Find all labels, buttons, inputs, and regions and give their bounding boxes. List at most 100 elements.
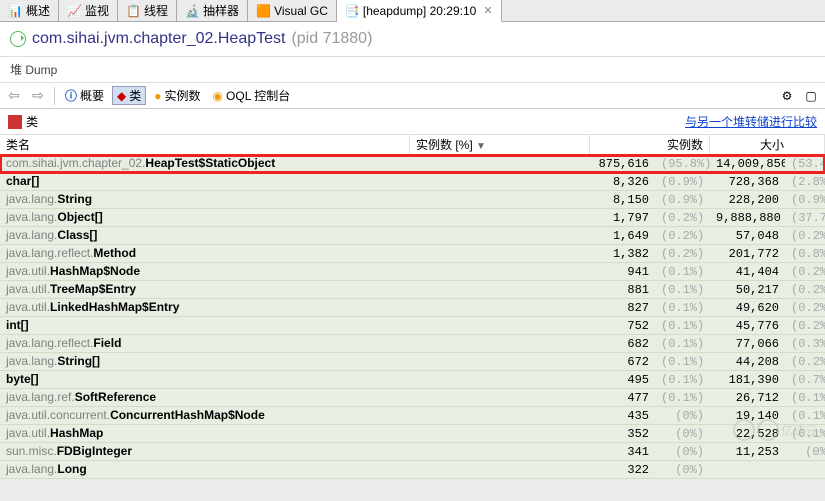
table-body: com.sihai.jvm.chapter_02.HeapTest$Static…: [0, 155, 825, 479]
refresh-icon[interactable]: [10, 31, 26, 47]
tab-monitor[interactable]: 📈监视: [59, 0, 118, 21]
back-button[interactable]: ⇦: [4, 86, 24, 106]
watermark-icon: [757, 419, 779, 441]
table-row[interactable]: java.lang.ref.SoftReference477(0.1%)26,7…: [0, 389, 825, 407]
table-row[interactable]: java.util.LinkedHashMap$Entry827(0.1%)49…: [0, 299, 825, 317]
table-row[interactable]: java.lang.Class[]1,649(0.2%)57,048(0.2%): [0, 227, 825, 245]
size-pct-cell: [785, 469, 825, 471]
size-pct-cell: (0.2%): [785, 264, 825, 280]
settings-button[interactable]: ⚙: [777, 86, 797, 106]
size-pct-cell: (0.3%): [785, 336, 825, 352]
table-row[interactable]: java.lang.reflect.Method1,382(0.2%)201,7…: [0, 245, 825, 263]
table-row[interactable]: int[]752(0.1%)45,776(0.2%): [0, 317, 825, 335]
instances-icon: ●: [154, 89, 161, 103]
pct-cell: [410, 181, 590, 183]
count-cell: 682: [590, 336, 655, 352]
table-row[interactable]: java.util.concurrent.ConcurrentHashMap$N…: [0, 407, 825, 425]
count-cell: 352: [590, 426, 655, 442]
tab-overview[interactable]: 📊概述: [0, 0, 59, 21]
table-row[interactable]: java.lang.String[]672(0.1%)44,208(0.2%): [0, 353, 825, 371]
count-cell: 8,150: [590, 192, 655, 208]
count-cell: 8,326: [590, 174, 655, 190]
class-name-cell: sun.misc.FDBigInteger: [0, 443, 410, 460]
class-section-icon: [8, 115, 22, 129]
expand-button[interactable]: ▢: [801, 86, 821, 106]
compare-link[interactable]: 与另一个堆转储进行比较: [685, 113, 817, 130]
close-icon[interactable]: ✕: [483, 4, 492, 17]
table-row[interactable]: com.sihai.jvm.chapter_02.HeapTest$Static…: [0, 155, 825, 173]
class-title: com.sihai.jvm.chapter_02.HeapTest: [32, 30, 285, 48]
size-cell: 50,217: [710, 282, 785, 298]
table-row[interactable]: java.lang.String8,150(0.9%)228,200(0.9%): [0, 191, 825, 209]
table-row[interactable]: java.util.HashMap352(0%)22,528(0.1%): [0, 425, 825, 443]
count-cell: 341: [590, 444, 655, 460]
header-classname[interactable]: 类名: [0, 134, 410, 155]
class-name-cell: java.lang.String: [0, 191, 410, 208]
heap-icon: 📑: [345, 4, 359, 18]
count-pct-cell: (0.9%): [655, 192, 710, 208]
instances-button[interactable]: ●实例数: [150, 87, 204, 104]
size-cell: [710, 469, 785, 471]
table-row[interactable]: byte[]495(0.1%)181,390(0.7%): [0, 371, 825, 389]
class-name-cell: java.lang.Class[]: [0, 227, 410, 244]
count-cell: 827: [590, 300, 655, 316]
count-pct-cell: (0%): [655, 426, 710, 442]
count-pct-cell: (0.1%): [655, 264, 710, 280]
count-pct-cell: (95.8%): [655, 156, 710, 172]
count-pct-cell: (0.1%): [655, 282, 710, 298]
pct-cell: [410, 433, 590, 435]
tab-visualgc[interactable]: 🟧Visual GC: [248, 0, 337, 21]
summary-button[interactable]: ⓘ概要: [61, 87, 108, 104]
tab-sampler[interactable]: 🔬抽样器: [177, 0, 248, 21]
class-name-cell: java.lang.reflect.Method: [0, 245, 410, 262]
size-pct-cell: (0.8%): [785, 246, 825, 262]
table-row[interactable]: java.lang.Long322(0%): [0, 461, 825, 479]
count-pct-cell: (0.2%): [655, 228, 710, 244]
class-name-cell: java.lang.String[]: [0, 353, 410, 370]
forward-button[interactable]: ⇨: [28, 86, 48, 106]
classes-button[interactable]: ◆类: [112, 86, 146, 105]
table-row[interactable]: java.lang.reflect.Field682(0.1%)77,066(0…: [0, 335, 825, 353]
size-cell: 181,390: [710, 372, 785, 388]
size-pct-cell: (0.2%): [785, 318, 825, 334]
table-headers: 类名 实例数 [%] ▼ 实例数 大小: [0, 135, 825, 155]
overview-icon: 📊: [8, 4, 22, 18]
table-row[interactable]: sun.misc.FDBigInteger341(0%)11,253(0%): [0, 443, 825, 461]
size-cell: 45,776: [710, 318, 785, 334]
table-row[interactable]: java.util.TreeMap$Entry881(0.1%)50,217(0…: [0, 281, 825, 299]
header-size[interactable]: 大小: [710, 134, 825, 155]
count-cell: 495: [590, 372, 655, 388]
count-pct-cell: (0.1%): [655, 336, 710, 352]
table-row[interactable]: java.lang.Object[]1,797(0.2%)9,888,880(3…: [0, 209, 825, 227]
pct-cell: [410, 163, 590, 165]
header-instances[interactable]: 实例数: [590, 134, 710, 155]
size-cell: 11,253: [710, 444, 785, 460]
count-cell: 941: [590, 264, 655, 280]
count-cell: 875,616: [590, 156, 655, 172]
class-name-cell: com.sihai.jvm.chapter_02.HeapTest$Static…: [0, 155, 410, 172]
header-instances-pct[interactable]: 实例数 [%] ▼: [410, 134, 590, 155]
visualgc-icon: 🟧: [256, 4, 270, 18]
class-name-cell: java.util.LinkedHashMap$Entry: [0, 299, 410, 316]
pct-cell: [410, 199, 590, 201]
separator: [54, 87, 55, 105]
class-name-cell: int[]: [0, 317, 410, 334]
size-cell: 201,772: [710, 246, 785, 262]
table-row[interactable]: char[]8,326(0.9%)728,368(2.8%): [0, 173, 825, 191]
count-cell: 1,382: [590, 246, 655, 262]
table-row[interactable]: java.util.HashMap$Node941(0.1%)41,404(0.…: [0, 263, 825, 281]
class-name-cell: java.util.HashMap$Node: [0, 263, 410, 280]
watermark-icon: [733, 419, 755, 441]
size-cell: 728,368: [710, 174, 785, 190]
count-pct-cell: (0.1%): [655, 354, 710, 370]
count-pct-cell: (0.1%): [655, 318, 710, 334]
count-pct-cell: (0%): [655, 408, 710, 424]
oql-button[interactable]: ◉OQL 控制台: [209, 87, 295, 104]
dump-subheader: 堆 Dump: [0, 57, 825, 83]
sort-icon: ▼: [476, 141, 486, 152]
tab-threads[interactable]: 📋线程: [118, 0, 177, 21]
tab-heap[interactable]: 📑[heapdump] 20:29:10✕: [337, 0, 502, 22]
count-pct-cell: (0%): [655, 444, 710, 460]
count-pct-cell: (0.1%): [655, 390, 710, 406]
section-header: 类 与另一个堆转储进行比较: [0, 109, 825, 135]
